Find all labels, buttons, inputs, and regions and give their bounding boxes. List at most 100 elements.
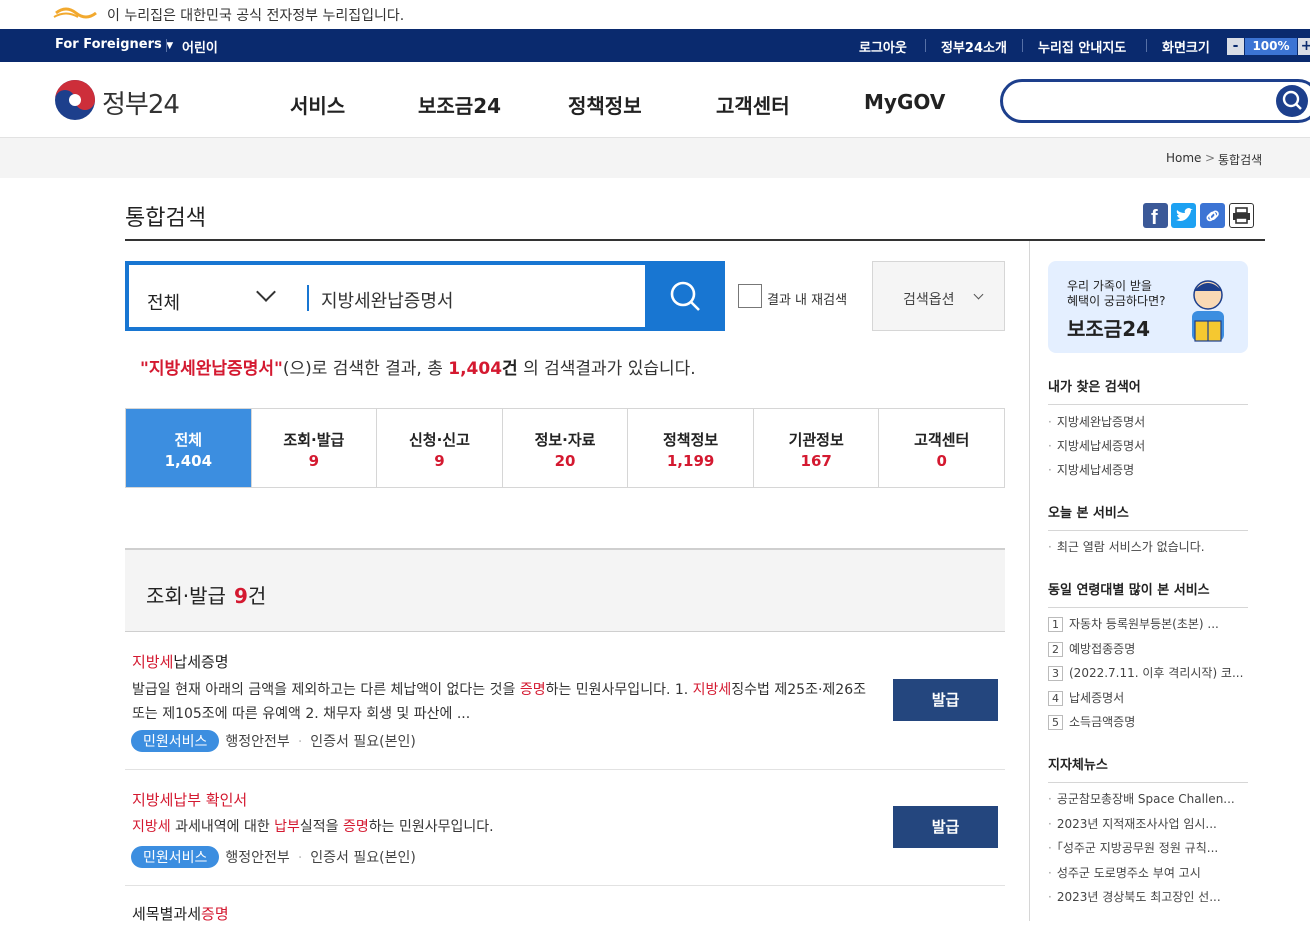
service-type-badge: 민원서비스	[131, 730, 220, 752]
search-category-select[interactable]: 전체	[147, 289, 180, 315]
popular-service-item[interactable]: 1 자동차 등록원부등본(초본) ...	[1048, 615, 1248, 632]
nav-customer-center[interactable]: 고객센터	[716, 90, 790, 119]
breadcrumb-current: 통합검색	[1218, 153, 1263, 167]
result-category-tabs: 전체 1,404 조회·발급 9 신청·신고 9 정보·자료 20 정책정보 1,199 …	[125, 408, 1005, 488]
search-within-results-checkbox[interactable]	[738, 284, 762, 308]
local-news-item[interactable]: · 2023년 지적재조사사업 임시...	[1048, 815, 1248, 832]
popular-service-item[interactable]: 5 소득금액증명	[1048, 713, 1248, 730]
official-notice-bar: 이 누리집은 대한민국 공식 전자정부 누리집입니다.	[0, 0, 1310, 29]
local-news-heading: 지자체뉴스	[1048, 754, 1248, 783]
kids-link[interactable]: 어린이	[182, 37, 218, 56]
today-viewed-heading: 오늘 본 서비스	[1048, 502, 1248, 531]
summary-tail: 의 검색결과가 있습니다.	[517, 359, 696, 379]
subsidy24-banner[interactable]: 우리 가족이 받을 혜택이 궁금하다면? 보조금24	[1048, 261, 1248, 353]
today-viewed-item: · 최근 열람 서비스가 없습니다.	[1048, 540, 1205, 554]
sitemap-link[interactable]: 누리집 안내지도	[1038, 37, 1126, 56]
popular-services-heading: 동일 연령대별 많이 본 서비스	[1048, 579, 1248, 608]
sidebar-divider	[1029, 241, 1030, 921]
search-options-label: 검색옵션	[903, 292, 955, 308]
nav-policy-info[interactable]: 정책정보	[568, 90, 642, 119]
search-within-results-label[interactable]: 결과 내 재검색	[767, 289, 847, 308]
for-foreigners-link[interactable]: For Foreigners ▼	[55, 37, 173, 52]
result-cert: 인증서 필요(본인)	[310, 850, 416, 866]
local-news-item[interactable]: · 2023년 경상북도 최고장인 선...	[1048, 888, 1248, 905]
nav-subsidy24[interactable]: 보조금24	[418, 90, 501, 119]
header-search-input[interactable]	[1000, 79, 1310, 123]
local-news-item[interactable]: · 공군참모총장배 Space Challen...	[1048, 790, 1248, 807]
brand-text: 정부24	[102, 90, 180, 120]
summary-unit: 건	[502, 359, 518, 379]
result-org: 행정안전부	[225, 734, 290, 750]
result-item: 지방세납부 확인서 지방세 과세내역에 대한 납부실적을 증명하는 민원사무입니…	[125, 770, 1005, 886]
link-copy-icon[interactable]	[1200, 203, 1225, 228]
chevron-down-icon[interactable]	[256, 282, 276, 302]
section-title: 조회·발급 9건	[146, 584, 267, 608]
text-cursor	[307, 285, 309, 311]
result-item: 지방세납세증명 발급일 현재 아래의 금액을 제외하고는 다른 체납액이 없다는…	[125, 632, 1005, 770]
tab-policy-info[interactable]: 정책정보 1,199	[628, 409, 754, 487]
breadcrumb-separator-icon: >	[1205, 151, 1216, 165]
zoom-in-button[interactable]: +	[1298, 38, 1310, 55]
local-news-item[interactable]: · 성주군 도로명주소 부여 고시	[1048, 864, 1248, 881]
result-description: 발급일 현재 아래의 금액을 제외하고는 다른 체납액이 없다는 것을 증명하는…	[132, 682, 866, 722]
search-summary: "지방세완납증명서"(으)로 검색한 결과, 총 1,404건 의 검색결과가 …	[140, 354, 696, 379]
taegeuk-logo-icon	[55, 80, 95, 120]
banner-title: 보조금24	[1067, 317, 1151, 341]
main-search-box: 전체 지방세완납증명서	[125, 261, 725, 331]
local-news-item[interactable]: · 「성주군 지방공무원 정원 규칙...	[1048, 839, 1248, 856]
service-type-badge: 민원서비스	[131, 846, 220, 868]
twitter-share-icon[interactable]	[1171, 203, 1196, 228]
issue-button[interactable]: 발급	[893, 806, 998, 848]
section-header: 조회·발급 9건	[125, 548, 1005, 632]
summary-text: (으)로 검색한 결과, 총	[282, 359, 449, 379]
page-title: 통합검색	[125, 206, 206, 231]
print-icon[interactable]	[1229, 203, 1254, 228]
tab-agency-info[interactable]: 기관정보 167	[753, 409, 880, 487]
breadcrumb: Home > 통합검색	[0, 138, 1310, 178]
issue-button[interactable]: 발급	[893, 679, 998, 721]
result-tags: 민원서비스 행정안전부 · 인증서 필요(본인)	[131, 730, 416, 752]
tab-apply-report[interactable]: 신청·신고 9	[377, 409, 503, 487]
recent-searches-heading: 내가 찾은 검색어	[1048, 376, 1248, 405]
gov24-logo[interactable]: 정부24	[54, 79, 180, 125]
nav-mygov[interactable]: MyGOV	[864, 90, 945, 114]
result-description: 지방세 과세내역에 대한 납부실적을 증명하는 민원사무입니다.	[132, 819, 494, 835]
tab-info-data[interactable]: 정보·자료 20	[502, 409, 629, 487]
recent-search-item[interactable]: · 지방세납세증명서	[1048, 437, 1248, 454]
search-icon	[670, 281, 700, 311]
banner-line-2: 혜택이 궁금하다면?	[1067, 294, 1166, 308]
result-item: 세목별과세증명	[125, 886, 1005, 926]
summary-keyword: "지방세완납증명서"	[140, 359, 283, 379]
facebook-share-icon[interactable]: f	[1143, 203, 1168, 229]
notice-text: 이 누리집은 대한민국 공식 전자정부 누리집입니다.	[107, 8, 405, 24]
search-options-button[interactable]: 검색옵션	[872, 261, 1005, 331]
result-cert: 인증서 필요(본인)	[310, 734, 416, 750]
result-tags: 민원서비스 행정안전부 · 인증서 필요(본인)	[131, 846, 416, 868]
result-title[interactable]: 세목별과세증명	[132, 903, 229, 924]
utility-bar: For Foreigners ▼ 어린이 로그아웃 정부24소개 누리집 안내지…	[0, 29, 1310, 62]
search-icon	[1282, 90, 1302, 110]
logout-link[interactable]: 로그아웃	[859, 37, 907, 56]
zoom-out-button[interactable]: -	[1227, 38, 1244, 55]
tab-customer-center[interactable]: 고객센터 0	[879, 409, 1005, 487]
main-header: 정부24 서비스 보조금24 정책정보 고객센터 MyGOV	[0, 62, 1310, 138]
recent-search-item[interactable]: · 지방세납세증명	[1048, 461, 1248, 478]
tab-inquiry-issue[interactable]: 조회·발급 9	[251, 409, 378, 487]
recent-search-item[interactable]: · 지방세완납증명서	[1048, 413, 1248, 430]
nav-services[interactable]: 서비스	[290, 90, 345, 119]
result-title[interactable]: 지방세납부 확인서	[132, 789, 247, 810]
popular-service-item[interactable]: 3 (2022.7.11. 이후 격리시작) 코...	[1048, 664, 1248, 681]
popular-service-item[interactable]: 4 납세증명서	[1048, 689, 1248, 706]
about-link[interactable]: 정부24소개	[941, 37, 1007, 56]
popular-service-item[interactable]: 2 예방접종증명	[1048, 640, 1248, 657]
result-title[interactable]: 지방세납세증명	[132, 651, 229, 672]
person-with-gift-illustration-icon	[1192, 280, 1224, 342]
screen-size-label: 화면크기	[1162, 41, 1210, 56]
tab-all[interactable]: 전체 1,404	[126, 409, 252, 487]
egov-logo-icon	[53, 7, 97, 19]
breadcrumb-home[interactable]: Home	[1166, 151, 1201, 165]
summary-count: 1,404	[448, 359, 503, 379]
header-search-button[interactable]	[1276, 85, 1308, 117]
search-query-input[interactable]: 지방세완납증명서	[321, 287, 453, 313]
search-submit-button[interactable]	[645, 261, 725, 331]
